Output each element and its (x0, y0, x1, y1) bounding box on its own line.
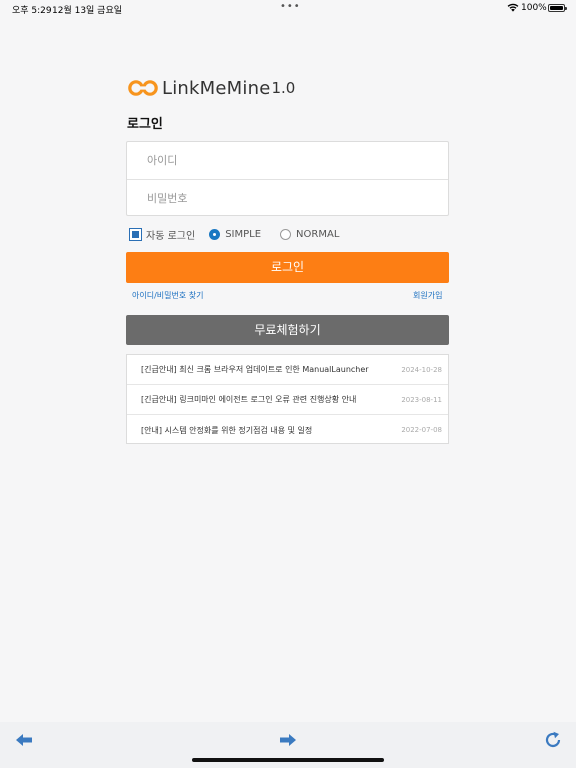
normal-mode-label[interactable]: NORMAL (296, 229, 339, 240)
password-input[interactable] (127, 180, 448, 217)
simple-mode-label[interactable]: SIMPLE (225, 229, 261, 240)
wifi-icon (507, 3, 519, 12)
normal-mode-radio[interactable] (280, 228, 292, 240)
logo-name: LinkMeMine (162, 77, 271, 99)
simple-mode-radio[interactable] (209, 228, 221, 240)
back-button[interactable] (14, 730, 34, 750)
notice-row[interactable]: [긴급안내] 링크미마인 에이전트 로그인 오류 관련 진행상황 안내 2023… (127, 385, 448, 415)
app-logo: LinkMeMine 1.0 (127, 77, 295, 99)
find-id-password-link[interactable]: 아이디/비밀번호 찾기 (132, 290, 203, 301)
notice-title[interactable]: [긴급안내] 링크미마인 에이전트 로그인 오류 관련 진행상황 안내 (141, 394, 401, 405)
id-input[interactable] (127, 142, 448, 179)
arrow-left-icon (16, 734, 32, 746)
status-time: 오후 5:29 (12, 6, 52, 16)
home-indicator[interactable] (192, 758, 384, 762)
notice-date: 2023-08-11 (401, 395, 442, 404)
login-options: 자동 로그인 SIMPLE NORMAL (129, 226, 339, 242)
login-button[interactable]: 로그인 (126, 252, 449, 283)
arrow-right-icon (280, 734, 296, 746)
notice-title[interactable]: [긴급안내] 최신 크롬 브라우저 업데이트로 인한 ManualLaunche… (141, 364, 401, 375)
multitasking-dots[interactable]: ••• (280, 1, 301, 12)
status-date: 12월 13일 금요일 (52, 6, 123, 16)
forward-button[interactable] (278, 730, 298, 750)
notice-row[interactable]: [안내] 시스템 안정화를 위한 정기점검 내용 및 일정 2022-07-08 (127, 415, 448, 445)
refresh-button[interactable] (543, 730, 563, 750)
notice-date: 2024-10-28 (401, 365, 442, 374)
signup-link[interactable]: 회원가입 (413, 290, 442, 301)
free-trial-button[interactable]: 무료체험하기 (126, 315, 449, 345)
notice-date: 2022-07-08 (401, 426, 442, 434)
auto-login-checkbox[interactable] (129, 227, 142, 241)
status-bar: 오후 5:29 12월 13일 금요일 ••• 100% (0, 0, 576, 16)
linkmemine-logo-icon (128, 80, 158, 96)
refresh-icon (545, 731, 561, 748)
notice-title[interactable]: [안내] 시스템 안정화를 위한 정기점검 내용 및 일정 (141, 425, 401, 436)
auto-login-label[interactable]: 자동 로그인 (146, 227, 195, 242)
battery-percent: 100% (521, 3, 547, 13)
page-title: 로그인 (127, 117, 163, 132)
logo-version: 1.0 (271, 79, 296, 97)
login-form (126, 141, 449, 217)
battery-icon (548, 4, 567, 12)
notice-list: [긴급안내] 최신 크롬 브라우저 업데이트로 인한 ManualLaunche… (126, 354, 449, 444)
notice-row[interactable]: [긴급안내] 최신 크롬 브라우저 업데이트로 인한 ManualLaunche… (127, 355, 448, 385)
